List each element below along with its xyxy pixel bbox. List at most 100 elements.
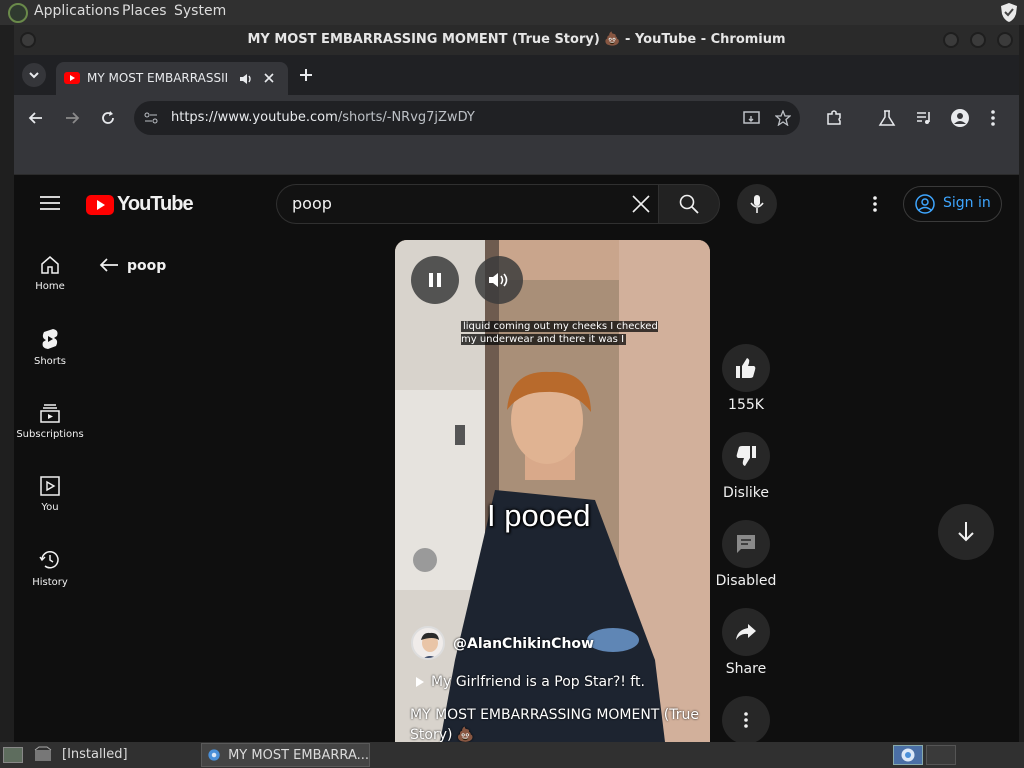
reload-icon[interactable] (100, 110, 116, 126)
shield-icon[interactable] (999, 2, 1019, 23)
workspace-2[interactable] (926, 745, 956, 765)
dislike-label: Dislike (723, 485, 769, 501)
address-bar[interactable]: https://www.youtube.com/shorts/-NRvg7jZw… (134, 101, 800, 135)
cast-icon[interactable] (743, 110, 761, 126)
home-icon (41, 256, 59, 274)
taskbar-item-installed[interactable]: [Installed] (34, 746, 128, 762)
show-desktop-icon[interactable] (3, 747, 23, 763)
applications-menu[interactable]: Applications (34, 3, 120, 19)
playlist-play-icon (415, 677, 425, 687)
window-titlebar: MY MOST EMBARRASSING MOMENT (True Story)… (14, 25, 1019, 55)
comments-button[interactable] (722, 520, 770, 568)
taskbar-item-installed-label: [Installed] (62, 746, 128, 762)
thumbs-down-icon (736, 446, 756, 466)
taskbar-item-chromium[interactable]: MY MOST EMBARRA... (201, 743, 370, 767)
share-button[interactable] (722, 608, 770, 656)
nav-you-label: You (41, 502, 59, 513)
share-icon (736, 624, 756, 640)
search-button[interactable] (658, 184, 720, 224)
mute-button[interactable] (475, 256, 523, 304)
nav-subscriptions-label: Subscriptions (16, 429, 84, 440)
short-title[interactable]: MY MOST EMBARRASSING MOMENT (True Story)… (410, 705, 700, 742)
thumbs-up-icon (736, 358, 756, 378)
workspace-switcher[interactable] (893, 745, 923, 765)
places-menu[interactable]: Places (122, 3, 167, 19)
new-tab-icon[interactable] (298, 67, 314, 83)
dislike-button[interactable] (722, 432, 770, 480)
browser-menu-icon[interactable] (990, 109, 996, 127)
account-circle-icon (915, 194, 935, 214)
subscriptions-icon (40, 404, 60, 423)
package-icon (34, 746, 52, 761)
maximize-button[interactable] (970, 32, 986, 48)
bookmark-bar (14, 141, 1019, 175)
nav-you[interactable]: You (14, 476, 86, 513)
clear-search-icon[interactable] (632, 195, 650, 213)
url-host: https://www.youtube.com (171, 110, 338, 125)
chevron-down-icon (29, 72, 39, 79)
os-logo-icon[interactable] (8, 3, 28, 23)
extensions-icon[interactable] (825, 109, 843, 127)
you-icon (40, 476, 60, 496)
nav-subscriptions[interactable]: Subscriptions (14, 403, 86, 440)
taskbar-item-chromium-label: MY MOST EMBARRA... (228, 747, 369, 763)
tab-youtube[interactable]: MY MOST EMBARRASSIN (56, 62, 288, 95)
tab-strip: MY MOST EMBARRASSIN (14, 55, 1019, 95)
nav-shorts[interactable]: Shorts (14, 328, 86, 367)
caption-subtitle: liquid coming out my cheeks I checked my… (461, 321, 658, 345)
browser-toolbar: https://www.youtube.com/shorts/-NRvg7jZw… (14, 95, 1019, 141)
playlist-link[interactable]: My Girlfriend is a Pop Star?! ft. (431, 674, 645, 690)
os-top-panel: Applications Places System (0, 0, 1024, 25)
more-vertical-icon (744, 712, 748, 728)
system-menu[interactable]: System (174, 3, 226, 19)
hamburger-menu-icon[interactable] (40, 195, 60, 211)
burned-in-caption: I pooed (487, 498, 591, 533)
close-window-button[interactable] (997, 32, 1013, 48)
audio-playing-icon[interactable] (238, 71, 254, 87)
shorts-video-player[interactable]: liquid coming out my cheeks I checked my… (395, 240, 710, 742)
search-query: poop (292, 194, 332, 213)
channel-avatar[interactable] (411, 626, 445, 660)
forward-icon[interactable] (64, 110, 80, 126)
labs-flask-icon[interactable] (878, 109, 896, 127)
bookmark-star-icon[interactable] (775, 110, 791, 126)
like-button[interactable] (722, 344, 770, 392)
window-title: MY MOST EMBARRASSING MOMENT (True Story)… (247, 32, 786, 47)
back-icon[interactable] (28, 110, 44, 126)
close-tab-icon[interactable] (262, 71, 276, 85)
like-count: 155K (728, 397, 764, 413)
video-frame-image (395, 240, 710, 742)
media-controls-icon[interactable] (915, 109, 933, 127)
sign-in-button[interactable]: Sign in (903, 186, 1002, 222)
more-actions-button[interactable] (722, 696, 770, 742)
chromium-icon (208, 749, 220, 761)
minimize-button[interactable] (943, 32, 959, 48)
window-menu-button[interactable] (20, 32, 36, 48)
channel-handle[interactable]: @AlanChikinChow (453, 636, 594, 652)
profile-icon[interactable] (950, 108, 970, 128)
microphone-icon (750, 195, 764, 213)
pause-button[interactable] (411, 256, 459, 304)
search-input[interactable]: poop (276, 184, 658, 224)
search-query-heading[interactable]: poop (127, 258, 166, 274)
chromium-small-icon (901, 748, 915, 762)
share-label: Share (725, 661, 767, 677)
youtube-logo[interactable]: YouTube (86, 193, 194, 216)
shorts-icon (42, 329, 58, 349)
back-to-results-icon[interactable] (99, 257, 119, 273)
site-info-icon[interactable] (143, 111, 159, 125)
youtube-favicon-icon (64, 72, 80, 84)
volume-icon (489, 273, 508, 287)
settings-more-icon[interactable] (872, 195, 878, 213)
next-short-button[interactable] (938, 504, 994, 560)
nav-history-label: History (32, 577, 68, 588)
nav-home[interactable]: Home (14, 255, 86, 292)
url-path: /shorts/-NRvg7jZwDY (337, 110, 475, 125)
nav-history[interactable]: History (14, 549, 86, 588)
nav-home-label: Home (35, 281, 65, 292)
history-icon (39, 551, 59, 569)
tab-search-button[interactable] (22, 63, 46, 87)
voice-search-button[interactable] (737, 184, 777, 224)
youtube-play-logo-icon (86, 194, 114, 215)
youtube-page: YouTube poop Sign in Home Shorts Subscri… (14, 175, 1019, 742)
